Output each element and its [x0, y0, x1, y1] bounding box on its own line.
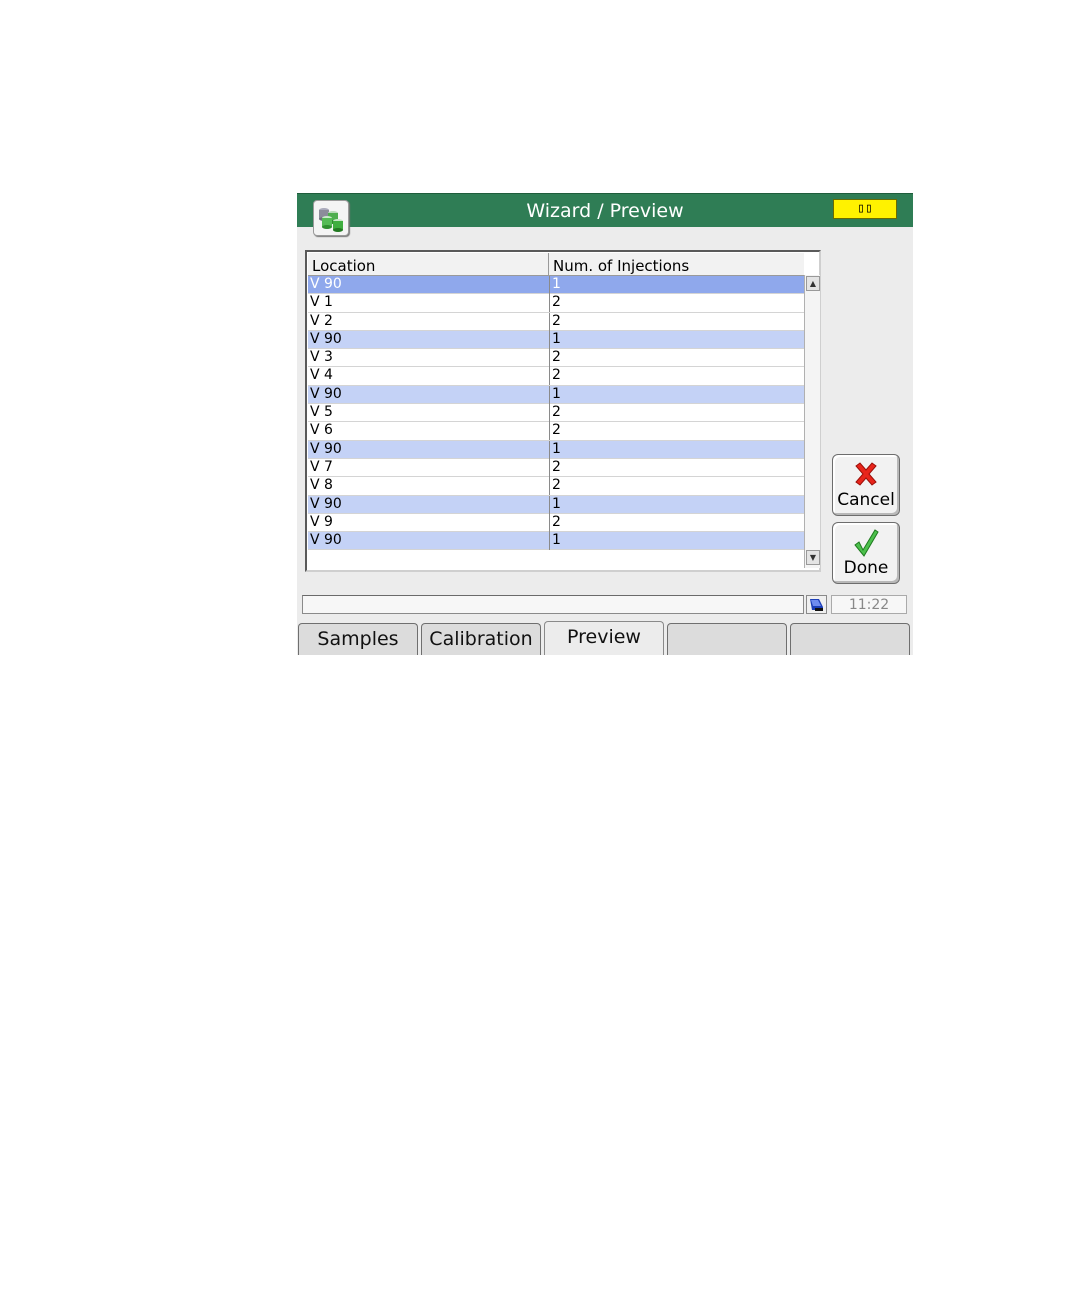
location-cell: V 1	[310, 294, 333, 311]
vertical-scrollbar[interactable]: ▲ ▼	[804, 275, 820, 568]
table-row[interactable]: V 2 2	[308, 312, 804, 331]
injections-cell: 2	[549, 404, 561, 423]
injections-cell: 1	[549, 440, 561, 459]
green-checkmark-icon	[854, 529, 879, 557]
location-cell: V 2	[310, 312, 333, 329]
injections-cell: 2	[549, 312, 561, 331]
injections-cell: 1	[549, 495, 561, 514]
tab-empty-5[interactable]	[790, 623, 910, 655]
network-status-icon	[806, 595, 827, 614]
location-cell: V 90	[310, 385, 342, 402]
injections-cell: 2	[549, 294, 561, 313]
column-header-injections[interactable]: Num. of Injections	[549, 253, 804, 275]
table-row[interactable]: V 90 1	[308, 330, 804, 350]
scroll-down-arrow-icon[interactable]: ▼	[806, 550, 820, 565]
table-body: V 90 1 V 12V 22V 90 1 V 32V 42V 90 1 V 52V 62V…	[308, 276, 804, 551]
tab-samples[interactable]: Samples	[298, 623, 418, 655]
injections-cell: 1	[549, 532, 561, 551]
injection-table[interactable]: Location Num. of Injections V 90 1 V 12V 2…	[305, 250, 821, 572]
title-bar: Wizard / Preview ▯▯	[297, 193, 913, 227]
location-cell: V 3	[310, 349, 333, 366]
tab-preview[interactable]: Preview	[544, 621, 664, 655]
location-cell: V 8	[310, 477, 333, 494]
table-row[interactable]: V 1 2	[308, 294, 804, 313]
injections-cell: 2	[549, 458, 561, 477]
location-cell: V 6	[310, 422, 333, 439]
instrument-screen: Wizard / Preview ▯▯ Location Num. of Inj…	[297, 193, 913, 655]
column-header-location[interactable]: Location	[308, 253, 549, 275]
table-row[interactable]: V 4 2	[308, 367, 804, 386]
table-row[interactable]: V 3 2	[308, 349, 804, 368]
injections-cell: 2	[549, 367, 561, 386]
red-x-icon	[855, 462, 877, 486]
table-row[interactable]: V 7 2	[308, 458, 804, 478]
table-row[interactable]: V 6 2	[308, 422, 804, 441]
injections-cell: 2	[549, 513, 561, 532]
tab-empty-4[interactable]	[667, 623, 787, 655]
table-row[interactable]: V 90 1	[308, 276, 804, 295]
injections-cell: 1	[549, 385, 561, 404]
done-button[interactable]: Done	[832, 522, 900, 584]
location-cell: V 9	[310, 513, 333, 530]
location-cell: V 90	[310, 276, 342, 292]
scroll-up-arrow-icon[interactable]: ▲	[806, 276, 820, 291]
cancel-label: Cancel	[837, 490, 895, 510]
table-row[interactable]: V 9 2	[308, 513, 804, 533]
clock: 11:22	[831, 595, 907, 614]
injections-cell: 1	[549, 276, 561, 294]
injections-cell: 2	[549, 477, 561, 496]
injections-cell: 2	[549, 349, 561, 368]
tab-calibration[interactable]: Calibration	[421, 623, 541, 655]
location-cell: V 90	[310, 330, 342, 347]
status-indicator[interactable]: ▯▯	[833, 199, 897, 219]
table-row[interactable]: V 90 1	[308, 532, 804, 551]
location-cell: V 90	[310, 532, 342, 549]
window-title: Wizard / Preview	[526, 200, 684, 222]
location-cell: V 5	[310, 404, 333, 421]
location-cell: V 7	[310, 458, 333, 475]
table-row[interactable]: V 5 2	[308, 404, 804, 423]
location-cell: V 90	[310, 440, 342, 457]
cancel-button[interactable]: Cancel	[832, 454, 900, 516]
table-row[interactable]: V 8 2	[308, 477, 804, 496]
location-cell: V 4	[310, 367, 333, 384]
done-label: Done	[843, 558, 889, 578]
status-message-bar	[302, 595, 804, 614]
sample-vials-icon[interactable]	[313, 200, 349, 236]
table-header: Location Num. of Injections	[308, 253, 804, 276]
location-cell: V 90	[310, 495, 342, 512]
injections-cell: 1	[549, 330, 561, 349]
table-row[interactable]: V 90 1	[308, 440, 804, 459]
injections-cell: 2	[549, 422, 561, 441]
table-row[interactable]: V 90 1	[308, 495, 804, 514]
table-row[interactable]: V 90 1	[308, 385, 804, 405]
